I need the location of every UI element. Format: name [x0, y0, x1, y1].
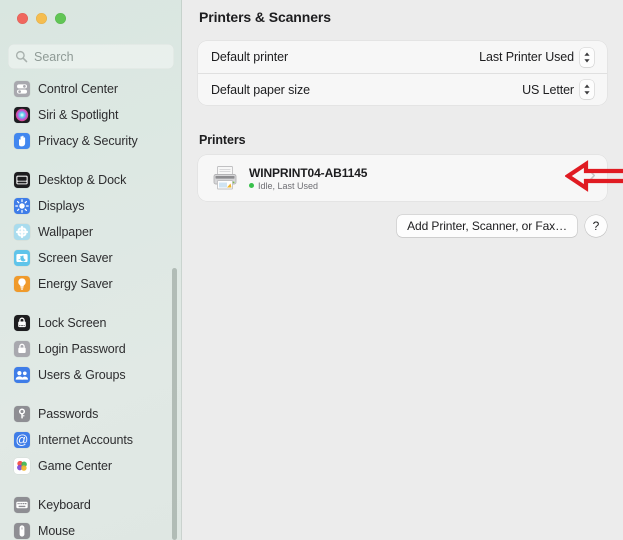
sidebar-group-divider — [0, 297, 182, 310]
printer-icon — [210, 163, 240, 193]
sidebar-item-screen-saver[interactable]: Screen Saver — [8, 245, 174, 270]
keyboard-icon — [14, 496, 30, 513]
chevron-up-down-icon — [584, 84, 590, 95]
search-icon — [15, 50, 28, 63]
sidebar-group-divider — [0, 479, 182, 492]
traffic-lights — [17, 13, 66, 24]
printer-name: WINPRINT04-AB1145 — [249, 165, 368, 180]
sidebar-item-control-center[interactable]: Control Center — [8, 76, 174, 101]
svg-text:@: @ — [16, 433, 29, 447]
chevron-up-down-icon — [584, 52, 590, 62]
sidebar-item-label: Energy Saver — [38, 276, 113, 291]
sidebar-item-label: Mouse — [38, 523, 76, 538]
default-paper-size-value: US Letter — [522, 82, 574, 97]
default-paper-size-label: Default paper size — [211, 82, 310, 97]
close-button[interactable] — [17, 13, 28, 24]
zoom-button[interactable] — [55, 13, 66, 24]
sidebar-item-label: Game Center — [38, 458, 112, 473]
sidebar-item-label: Internet Accounts — [38, 432, 133, 447]
users-groups-icon — [14, 366, 30, 383]
displays-icon — [14, 197, 30, 214]
sidebar-item-label: Lock Screen — [38, 315, 107, 330]
sidebar-item-label: Control Center — [38, 81, 118, 96]
page-title: Printers & Scanners — [199, 9, 331, 25]
minimize-button[interactable] — [36, 13, 47, 24]
sidebar-item-label: Privacy & Security — [38, 133, 138, 148]
default-printer-value: Last Printer Used — [479, 50, 574, 64]
sidebar-item-label: Siri & Spotlight — [38, 107, 119, 122]
sidebar-item-desktop-dock[interactable]: Desktop & Dock — [8, 167, 174, 192]
sidebar-group-5: Keyboard Mouse — [0, 492, 182, 540]
sidebar-item-label: Keyboard — [38, 497, 91, 512]
control-center-icon — [14, 80, 30, 97]
sidebar-item-lock-screen[interactable]: Lock Screen — [8, 310, 174, 335]
status-dot-icon — [249, 183, 254, 188]
sidebar-item-wallpaper[interactable]: Wallpaper — [8, 219, 174, 244]
search-input[interactable] — [34, 49, 167, 64]
default-settings-card: Default printer Last Printer Used Defaul… — [198, 41, 607, 105]
chevron-right-icon[interactable] — [588, 169, 596, 187]
desktop-dock-icon — [14, 171, 30, 188]
privacy-security-icon — [14, 132, 30, 149]
sidebar-item-users-groups[interactable]: Users & Groups — [8, 362, 174, 387]
mouse-icon — [14, 522, 30, 539]
printer-list-item[interactable]: WINPRINT04-AB1145 Idle, Last Used — [198, 155, 607, 201]
wallpaper-icon — [14, 223, 30, 240]
sidebar-item-label: Users & Groups — [38, 367, 126, 382]
sidebar-item-displays[interactable]: Displays — [8, 193, 174, 218]
printer-status-line: Idle, Last Used — [249, 181, 367, 191]
siri-icon — [14, 106, 30, 123]
default-printer-control[interactable]: Last Printer Used — [479, 47, 594, 67]
game-center-icon — [14, 457, 30, 474]
sidebar-item-label: Screen Saver — [38, 250, 113, 265]
default-paper-size-control[interactable]: US Letter — [522, 80, 594, 99]
default-printer-row: Default printer Last Printer Used — [198, 41, 607, 73]
sidebar-group-4: Passwords @ Internet Accounts Game Cente… — [0, 401, 182, 478]
sidebar-item-game-center[interactable]: Game Center — [8, 453, 174, 478]
sidebar-group-1: Control Center Siri & Spotlight Privacy … — [0, 76, 182, 153]
sidebar-item-internet-accounts[interactable]: @ Internet Accounts — [8, 427, 174, 452]
printer-info: WINPRINT04-AB1145 Idle, Last Used — [249, 166, 367, 191]
passwords-icon — [14, 405, 30, 422]
sidebar-item-mouse[interactable]: Mouse — [8, 518, 174, 540]
sidebar-group-2: Desktop & Dock Displays Wallpaper Screen… — [0, 167, 182, 296]
sidebar-item-keyboard[interactable]: Keyboard — [8, 492, 174, 517]
default-printer-stepper[interactable] — [580, 47, 594, 67]
printers-card: WINPRINT04-AB1145 Idle, Last Used — [198, 155, 607, 201]
sidebar-group-3: Lock Screen Login Password Users & Group… — [0, 310, 182, 387]
sidebar-item-energy-saver[interactable]: Energy Saver — [8, 271, 174, 296]
login-password-icon — [14, 340, 30, 357]
internet-accounts-icon: @ — [14, 431, 30, 448]
printer-status: Idle, Last Used — [258, 180, 319, 191]
sidebar-item-passwords[interactable]: Passwords — [8, 401, 174, 426]
sidebar-item-label: Passwords — [38, 406, 99, 421]
sidebar-group-divider — [0, 388, 182, 401]
screen-saver-icon — [14, 249, 30, 266]
sidebar-item-login-password[interactable]: Login Password — [8, 336, 174, 361]
help-button[interactable]: ? — [585, 215, 607, 237]
printer-actions: Add Printer, Scanner, or Fax… ? — [397, 215, 607, 237]
sidebar-item-siri-spotlight[interactable]: Siri & Spotlight — [8, 102, 174, 127]
system-settings-window: Control Center — [0, 0, 623, 540]
default-paper-size-row: Default paper size US Letter — [198, 73, 607, 105]
sidebar-item-label: Desktop & Dock — [38, 172, 127, 187]
main-content: Printers & Scanners Default printer Last… — [182, 0, 623, 540]
default-paper-size-stepper[interactable] — [580, 80, 594, 99]
sidebar-scrollbar[interactable] — [172, 268, 177, 540]
printers-section-title: Printers — [199, 133, 246, 147]
sidebar-item-label: Wallpaper — [38, 224, 93, 239]
default-printer-label: Default printer — [211, 50, 289, 64]
sidebar-scroll-area[interactable]: Control Center Siri & Spotlight Privacy … — [0, 76, 182, 540]
energy-saver-icon — [14, 275, 30, 292]
sidebar-item-label: Login Password — [38, 341, 126, 356]
lock-screen-icon — [14, 314, 30, 331]
add-printer-button[interactable]: Add Printer, Scanner, or Fax… — [397, 215, 577, 237]
search-field[interactable] — [8, 44, 174, 69]
sidebar: Control Center — [0, 0, 182, 540]
sidebar-item-label: Displays — [38, 198, 85, 213]
sidebar-item-privacy-security[interactable]: Privacy & Security — [8, 128, 174, 153]
sidebar-group-divider — [0, 154, 182, 167]
